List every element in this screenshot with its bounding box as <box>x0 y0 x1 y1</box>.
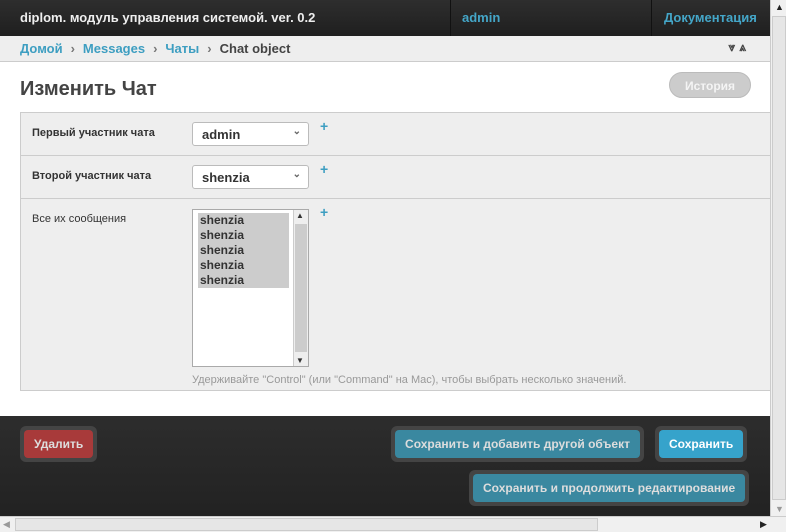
add-icon[interactable]: + <box>320 161 328 177</box>
add-icon[interactable]: + <box>320 204 328 220</box>
breadcrumb-sep: › <box>207 41 212 56</box>
breadcrumb-chats[interactable]: Чаты <box>165 41 199 56</box>
chat-form: Первый участник чата admin ⌄ + Второй уча… <box>20 112 770 391</box>
page-title: Изменить Чат <box>20 78 157 100</box>
field-row-first-participant: Первый участник чата admin ⌄ + <box>21 113 770 156</box>
brand-title: diplom. модуль управления системой. ver.… <box>0 0 451 36</box>
help-text: Удерживайте "Control" (или "Command" на … <box>192 374 627 386</box>
collapse-expand-icon[interactable]: ⩔⩓ <box>728 40 750 55</box>
second-participant-select[interactable]: shenzia ⌄ <box>192 165 309 189</box>
messages-multiselect[interactable]: shenzia shenzia shenzia shenzia shenzia … <box>192 209 309 367</box>
breadcrumb-sep: › <box>153 41 158 56</box>
breadcrumb-home[interactable]: Домой <box>20 41 63 56</box>
list-scrollbar[interactable]: ▲ ▼ <box>293 210 308 366</box>
first-participant-select[interactable]: admin ⌄ <box>192 122 309 146</box>
history-button[interactable]: История <box>669 72 751 98</box>
field-label: Второй участник чата <box>32 170 152 182</box>
field-label: Все их сообщения <box>32 213 127 225</box>
horizontal-scrollbar[interactable]: ◀ ▶ <box>0 516 786 532</box>
field-row-messages: Все их сообщения shenzia shenzia shenzia… <box>21 199 770 392</box>
submit-row: Удалить Сохранить и добавить другой объе… <box>0 416 770 516</box>
select-value: admin <box>202 127 241 142</box>
list-option[interactable]: shenzia <box>198 243 289 258</box>
add-icon[interactable]: + <box>320 118 328 134</box>
chevron-down-icon: ⌄ <box>292 169 301 180</box>
top-header: diplom. модуль управления системой. ver.… <box>0 0 770 36</box>
field-row-second-participant: Второй участник чата shenzia ⌄ + <box>21 156 770 199</box>
delete-button[interactable]: Удалить <box>24 430 94 458</box>
list-option[interactable]: shenzia <box>198 273 289 288</box>
docs-link[interactable]: Документация <box>652 0 770 36</box>
breadcrumb-sep: › <box>70 41 75 56</box>
list-option[interactable]: shenzia <box>198 228 289 243</box>
save-and-continue-button[interactable]: Сохранить и продолжить редактирование <box>473 474 746 502</box>
breadcrumb: Домой › Messages › Чаты › Chat object ⩔⩓ <box>0 36 770 62</box>
list-option[interactable]: shenzia <box>198 213 289 228</box>
save-and-add-button[interactable]: Сохранить и добавить другой объект <box>395 430 640 458</box>
breadcrumb-messages[interactable]: Messages <box>83 41 145 56</box>
user-link[interactable]: admin <box>451 0 652 36</box>
field-label: Первый участник чата <box>32 127 155 139</box>
list-option[interactable]: shenzia <box>198 258 289 273</box>
vertical-scrollbar[interactable]: ▲ ▼ <box>770 0 786 516</box>
save-button[interactable]: Сохранить <box>659 430 744 458</box>
chevron-down-icon: ⌄ <box>292 126 301 137</box>
select-value: shenzia <box>202 170 250 185</box>
breadcrumb-current: Chat object <box>219 41 291 56</box>
page: diplom. модуль управления системой. ver.… <box>0 0 770 516</box>
